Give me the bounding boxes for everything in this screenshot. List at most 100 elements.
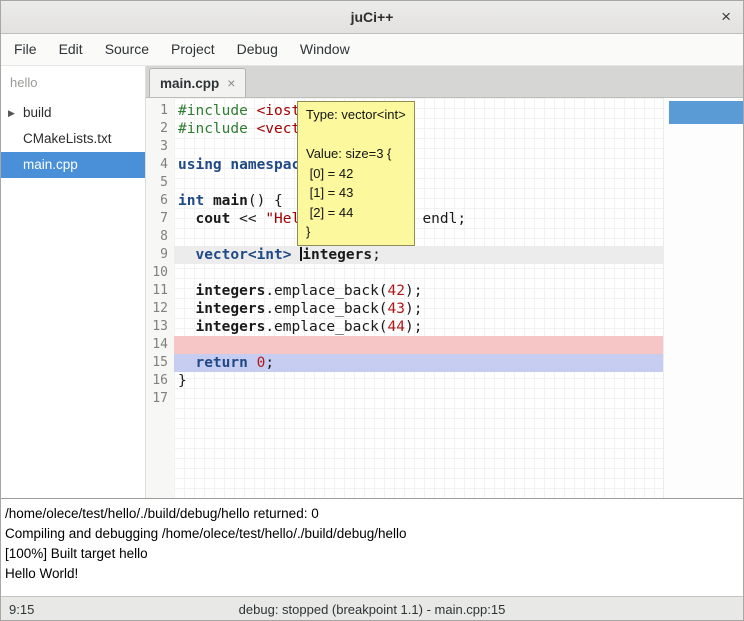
line-number: 16 — [146, 372, 174, 390]
tree-item-label: CMakeLists.txt — [23, 131, 112, 146]
line-number: 11 — [146, 282, 174, 300]
code-token: 44 — [388, 319, 405, 335]
code-token: ); — [405, 301, 422, 317]
code-area[interactable]: #include <iostream>#include <vector> usin… — [174, 98, 664, 498]
menu-item-debug[interactable]: Debug — [226, 34, 289, 65]
code-token — [178, 247, 195, 263]
code-line-2[interactable]: #include <vector> — [174, 120, 663, 138]
code-token — [292, 247, 301, 263]
sidebar: hello ▶ build CMakeLists.txt main.cpp — [1, 66, 146, 498]
code-token — [178, 301, 195, 317]
tooltip-line: [0] = 42 — [306, 164, 406, 184]
terminal-output[interactable]: /home/olece/test/hello/./build/debug/hel… — [1, 498, 743, 596]
line-number-gutter: 1234567891011121314151617 — [146, 98, 174, 498]
line-number: 4 — [146, 156, 174, 174]
code-token: .emplace_back( — [265, 319, 387, 335]
tab-label: main.cpp — [160, 76, 219, 91]
code-token: vector<int> — [195, 247, 291, 263]
code-line-14[interactable] — [174, 336, 663, 354]
tab-main-cpp[interactable]: main.cpp × — [149, 68, 246, 97]
code-line-10[interactable] — [174, 264, 663, 282]
code-token — [248, 121, 257, 137]
app-window: juCi++ × FileEditSourceProjectDebugWindo… — [0, 0, 744, 621]
code-token: ); — [405, 283, 422, 299]
code-token: #include — [178, 103, 248, 119]
code-token: () { — [248, 193, 283, 209]
line-number: 5 — [146, 174, 174, 192]
code-line-13[interactable]: integers.emplace_back(44); — [174, 318, 663, 336]
terminal-line: /home/olece/test/hello/./build/debug/hel… — [5, 504, 739, 524]
menu-item-source[interactable]: Source — [94, 34, 160, 65]
content-row: hello ▶ build CMakeLists.txt main.cpp main.… — [1, 66, 743, 498]
code-line-4[interactable]: using namespace std; — [174, 156, 663, 174]
code-line-3[interactable] — [174, 138, 663, 156]
code-token: ); — [405, 319, 422, 335]
tooltip-line: Type: vector<int> — [306, 105, 406, 125]
code-line-8[interactable] — [174, 228, 663, 246]
code-line-16[interactable]: } — [174, 372, 663, 390]
code-token — [178, 355, 195, 371]
line-number: 1 — [146, 102, 174, 120]
code-line-1[interactable]: #include <iostream> — [174, 102, 663, 120]
code-token: int — [178, 193, 204, 209]
scrollbar-indicator[interactable] — [669, 101, 743, 124]
code-line-12[interactable]: integers.emplace_back(43); — [174, 300, 663, 318]
project-label: hello — [1, 66, 145, 100]
sidebar-item-cmakelists-txt[interactable]: CMakeLists.txt — [1, 126, 145, 152]
code-token — [248, 355, 257, 371]
line-number: 17 — [146, 390, 174, 408]
window-title: juCi++ — [351, 9, 394, 25]
code-token: return — [195, 355, 247, 371]
code-token: 43 — [388, 301, 405, 317]
expander-icon[interactable]: ▶ — [8, 100, 15, 126]
editor-right-margin — [664, 98, 743, 498]
line-number: 15 — [146, 354, 174, 372]
tooltip-line — [306, 125, 406, 145]
code-line-9[interactable]: vector<int> integers; — [174, 246, 663, 264]
debug-status: debug: stopped (breakpoint 1.1) - main.c… — [239, 602, 506, 617]
code-line-17[interactable] — [174, 390, 663, 408]
tooltip-line: } — [306, 222, 406, 242]
debug-value-tooltip: Type: vector<int> Value: size=3 { [0] = 4… — [297, 101, 415, 246]
editor-column: main.cpp× 1234567891011121314151617 #inc… — [146, 66, 743, 498]
code-token: main — [213, 193, 248, 209]
tooltip-line: [2] = 44 — [306, 203, 406, 223]
tree-item-label: main.cpp — [23, 157, 78, 172]
line-number: 14 — [146, 336, 174, 354]
code-line-6[interactable]: int main() { — [174, 192, 663, 210]
code-token: ; — [265, 355, 274, 371]
line-number: 7 — [146, 210, 174, 228]
sidebar-item-build[interactable]: ▶ build — [1, 100, 145, 126]
menu-item-window[interactable]: Window — [289, 34, 361, 65]
code-token: #include — [178, 121, 248, 137]
code-token: cout — [195, 211, 230, 227]
terminal-line: Hello World! — [5, 564, 739, 584]
code-token: .emplace_back( — [265, 283, 387, 299]
line-number: 6 — [146, 192, 174, 210]
code-line-15[interactable]: return 0; — [174, 354, 663, 372]
menu-bar: FileEditSourceProjectDebugWindow — [1, 34, 743, 66]
code-token — [178, 211, 195, 227]
sidebar-item-main-cpp[interactable]: main.cpp — [1, 152, 145, 178]
title-bar: juCi++ × — [1, 1, 743, 34]
terminal-line: [100%] Built target hello — [5, 544, 739, 564]
line-number: 13 — [146, 318, 174, 336]
line-number: 2 — [146, 120, 174, 138]
code-token — [248, 103, 257, 119]
menu-item-file[interactable]: File — [3, 34, 48, 65]
code-line-7[interactable]: cout << "Hello World!" << endl; — [174, 210, 663, 228]
code-token — [178, 319, 195, 335]
tooltip-line: [1] = 43 — [306, 183, 406, 203]
line-number: 12 — [146, 300, 174, 318]
menu-item-project[interactable]: Project — [160, 34, 226, 65]
code-line-5[interactable] — [174, 174, 663, 192]
close-icon[interactable]: × — [721, 7, 731, 27]
tooltip-line: Value: size=3 { — [306, 144, 406, 164]
tab-close-icon[interactable]: × — [227, 75, 235, 91]
code-token: ; — [372, 247, 381, 263]
code-line-11[interactable]: integers.emplace_back(42); — [174, 282, 663, 300]
code-token: .emplace_back( — [265, 301, 387, 317]
cursor-position: 9:15 — [1, 602, 34, 617]
menu-item-edit[interactable]: Edit — [48, 34, 94, 65]
tree-item-label: build — [23, 105, 52, 120]
